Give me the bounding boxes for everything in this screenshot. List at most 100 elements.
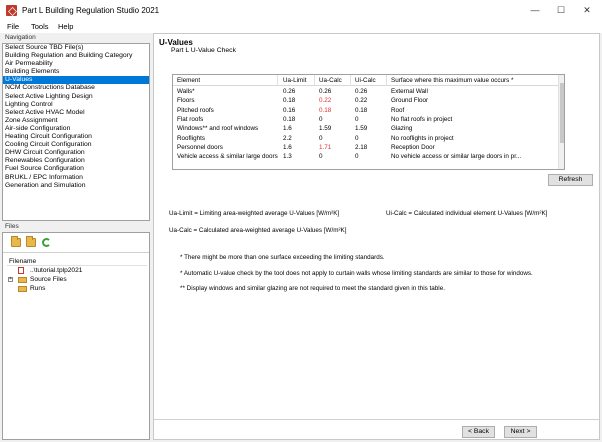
navigation-list: Select Source TBD File(s) Building Regula…: [2, 43, 150, 221]
cell-ua: 0.26: [319, 88, 332, 95]
table-scrollbar[interactable]: [558, 75, 564, 169]
menu-bar: File Tools Help: [0, 20, 602, 33]
table-row[interactable]: Floors 0.18 0.22 0.22 Ground Floor: [173, 96, 559, 105]
refresh-files-icon[interactable]: [42, 238, 51, 247]
cell-ui: 0.26: [355, 88, 368, 95]
col-ua-calc[interactable]: Ua-Calc: [319, 77, 342, 84]
col-surface[interactable]: Surface where this maximum value occurs …: [391, 77, 514, 84]
file-tree-row[interactable]: + Source Files: [7, 275, 147, 284]
minimize-icon[interactable]: —: [522, 2, 548, 18]
table-row[interactable]: Windows** and roof windows 1.6 1.59 1.59 Gla…: [173, 124, 559, 133]
cell-ua: 0.18: [319, 106, 332, 114]
cell-element: Windows** and roof windows: [177, 125, 259, 133]
cell-ui: 1.59: [355, 125, 368, 133]
nav-item[interactable]: Select Source TBD File(s): [3, 44, 149, 52]
back-button[interactable]: < Back: [462, 426, 495, 438]
ua-calc-definition: Ua-Calc = Calculated area-weighted avera…: [169, 227, 347, 234]
footnote: * There might be more than one surface e…: [180, 254, 385, 261]
nav-item[interactable]: BRUKL / EPC Information: [3, 174, 149, 182]
cell-surface: No vehicle access or similar large doors…: [391, 153, 522, 161]
col-element[interactable]: Element: [177, 77, 200, 84]
cell-element: Floors: [177, 97, 195, 105]
u-value-table: Element Ua-Limit Ua-Calc Ui-Calc Surface…: [172, 74, 565, 170]
nav-item[interactable]: Building Regulation and Building Categor…: [3, 52, 149, 60]
cell-element: Walls*: [177, 88, 195, 95]
folder-icon: [18, 277, 27, 283]
table-row[interactable]: Personnel doors 1.6 1.71 2.18 Reception Door: [173, 143, 559, 152]
scrollbar-thumb[interactable]: [560, 83, 564, 143]
cell-surface: Glazing: [391, 125, 413, 133]
folder-up-icon[interactable]: [26, 236, 36, 247]
cell-ua: 0: [319, 115, 323, 123]
nav-item[interactable]: Lighting Control: [3, 101, 149, 109]
cell-element: Vehicle access & similar large doors: [177, 153, 278, 161]
expand-icon[interactable]: +: [8, 277, 13, 282]
nav-item[interactable]: Air-side Configuration: [3, 125, 149, 133]
col-ua-limit[interactable]: Ua-Limit: [283, 77, 306, 84]
file-tree-row[interactable]: Runs: [7, 284, 147, 293]
menu-help[interactable]: Help: [58, 22, 73, 31]
page-subtitle: Part L U-Value Check: [171, 47, 236, 54]
maximize-icon[interactable]: ☐: [548, 2, 574, 18]
cell-surface: External Wall: [391, 88, 428, 95]
cell-limit: 1.6: [283, 143, 292, 151]
table-row[interactable]: Pitched roofs 0.16 0.18 0.18 Roof: [173, 106, 559, 115]
cell-ua: 1.71: [319, 143, 332, 151]
table-row[interactable]: Vehicle access & similar large doors 1.3 0…: [173, 152, 559, 161]
nav-item[interactable]: Renewables Configuration: [3, 157, 149, 165]
files-toolbar: [3, 233, 149, 253]
open-folder-icon[interactable]: [11, 236, 21, 247]
nav-item[interactable]: Select Active Lighting Design: [3, 93, 149, 101]
cell-ui: 0: [355, 115, 359, 123]
filename-column-header: Filename: [7, 257, 147, 266]
cell-limit: 2.2: [283, 134, 292, 142]
col-ui-calc[interactable]: Ui-Calc: [355, 77, 376, 84]
table-row[interactable]: Rooflights 2.2 0 0 No rooflights in project: [173, 134, 559, 143]
cell-surface: Reception Door: [391, 143, 435, 151]
cell-ua: 1.59: [319, 125, 332, 133]
nav-item[interactable]: Select Active HVAC Model: [3, 109, 149, 117]
menu-file[interactable]: File: [7, 22, 19, 31]
file-tree-row[interactable]: ..\tutorial.tplp2021: [7, 266, 147, 275]
nav-item[interactable]: Air Permeability: [3, 60, 149, 68]
cell-surface: Ground Floor: [391, 97, 429, 105]
cell-ui: 0: [355, 134, 359, 142]
nav-item[interactable]: U-Values: [3, 76, 149, 85]
footer-divider: [154, 419, 599, 420]
refresh-button[interactable]: Refresh: [548, 174, 593, 186]
table-row[interactable]: Flat roofs 0.18 0 0 No flat roofs in project: [173, 115, 559, 124]
cell-ui: 0.18: [355, 106, 368, 114]
cell-limit: 0.18: [283, 97, 296, 105]
cell-limit: 1.6: [283, 125, 292, 133]
menu-tools[interactable]: Tools: [31, 22, 49, 31]
page-title: U-Values: [159, 38, 193, 47]
nav-item[interactable]: NCM Constructions Database: [3, 84, 149, 92]
navigation-header: Navigation: [5, 34, 36, 41]
cell-surface: Roof: [391, 106, 405, 114]
cell-ui: 2.18: [355, 143, 368, 151]
cell-limit: 0.26: [283, 88, 296, 95]
content-panel: U-Values Part L U-Value Check Element Ua…: [153, 33, 600, 440]
footnote: ** Display windows and similar glazing a…: [180, 285, 445, 292]
cell-element: Personnel doors: [177, 143, 223, 151]
nav-item[interactable]: Zone Assignment: [3, 117, 149, 125]
file-label: Runs: [30, 285, 46, 292]
files-header: Files: [5, 223, 19, 230]
nav-item[interactable]: Fuel Source Configuration: [3, 165, 149, 173]
footnote: * Automatic U-value check by the tool do…: [180, 270, 533, 277]
file-tree: Filename ..\tutorial.tplp2021 + Source F…: [7, 257, 147, 293]
nav-item[interactable]: Heating Circuit Configuration: [3, 133, 149, 141]
nav-item[interactable]: Cooling Circuit Configuration: [3, 141, 149, 149]
table-row[interactable]: Walls* 0.26 0.26 0.26 External Wall: [173, 87, 559, 96]
next-button[interactable]: Next >: [504, 426, 537, 438]
window-title: Part L Building Regulation Studio 2021: [22, 6, 160, 15]
cell-element: Pitched roofs: [177, 106, 214, 114]
cell-element: Rooflights: [177, 134, 206, 142]
nav-item[interactable]: DHW Circuit Configuration: [3, 149, 149, 157]
nav-item[interactable]: Generation and Simulation: [3, 182, 149, 190]
close-icon[interactable]: ✕: [574, 2, 600, 18]
cell-surface: No rooflights in project: [391, 134, 454, 142]
cell-element: Flat roofs: [177, 115, 204, 123]
cell-limit: 0.16: [283, 106, 296, 114]
nav-item[interactable]: Building Elements: [3, 68, 149, 76]
